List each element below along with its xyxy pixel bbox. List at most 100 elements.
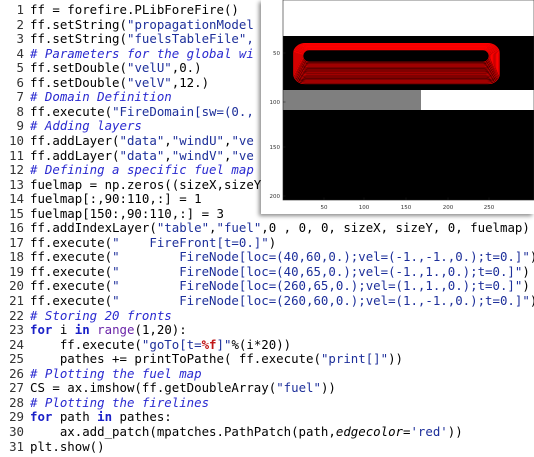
code-text: ff.execute("goTo[t=%f]"%(i*20)) <box>30 337 291 352</box>
code-token: "fuel" <box>276 380 321 396</box>
code-token: edgecolor <box>335 423 403 439</box>
code-token: )) <box>320 380 336 396</box>
code-line[interactable]: 22 # Storing 20 fronts <box>0 308 534 323</box>
code-line[interactable]: 23 for i in range(1,20): <box>0 322 534 337</box>
code-text: ff.setDouble("velU",0.) <box>30 60 202 75</box>
code-token: , <box>164 147 172 163</box>
y-tick-label: 100 <box>270 100 281 106</box>
code-line[interactable]: 16 ff.addIndexLayer("table","fuel",0 , 0,… <box>0 220 534 235</box>
code-text: # Domain Definition <box>30 89 172 104</box>
code-token: in <box>97 409 113 425</box>
code-line[interactable]: 30 ax.add_patch(mpatches.PathPatch(path,… <box>0 424 534 439</box>
line-number: 30 <box>9 423 24 439</box>
code-text: # Plotting the firelines <box>30 395 209 410</box>
code-line[interactable]: 25 pathes += printToPathe( ff.execute("p… <box>0 351 534 366</box>
x-tick-label: 150 <box>401 205 412 211</box>
code-token: "data" <box>119 132 165 148</box>
code-text: for path in pathes: <box>30 409 172 424</box>
code-token: # Defining a specific fuel map <box>30 162 254 178</box>
code-token: % <box>231 336 239 352</box>
line-number: 3 <box>16 31 24 47</box>
code-token: # Storing 20 fronts <box>30 307 172 323</box>
code-token: pathes: <box>112 409 172 425</box>
line-number: 31 <box>9 438 24 454</box>
code-token: 'red' <box>410 423 448 439</box>
code-token: "windV" <box>171 147 224 163</box>
code-text: # Storing 20 fronts <box>30 308 172 323</box>
code-line[interactable]: 24 ff.execute("goTo[t=%f]"%(i*20)) <box>0 337 534 352</box>
x-tick-label: 200 <box>443 205 454 211</box>
code-token: ,0 , 0, 0, sizeX, sizeY, 0, fuelmap) <box>261 220 530 236</box>
code-token: "windU" <box>171 132 224 148</box>
y-tick-label: 200 <box>270 194 281 200</box>
code-token: )) <box>388 351 403 367</box>
line-number: 10 <box>9 132 24 148</box>
code-token: " FireNode[loc=(260,65,0.);vel=(1.,1.,0.… <box>112 278 523 294</box>
code-text: ff.execute(" FireNode[loc=(260,60,0.);ve… <box>30 293 534 308</box>
code-token: "ve <box>231 147 254 163</box>
code-token: plt.show() <box>30 438 105 454</box>
code-token: " FireFront[t=0.]" <box>112 234 269 250</box>
code-text: ff.execute(" FireNode[loc=(260,65,0.);ve… <box>30 278 530 293</box>
code-token: (1,20): <box>134 322 187 338</box>
line-number: 23 <box>9 322 24 338</box>
line-number: 19 <box>9 263 24 279</box>
code-token: " FireNode[loc=(40,65,0.);vel=(-1.,1.,0.… <box>112 263 523 279</box>
code-line[interactable]: 17 ff.execute(" FireFront[t=0.]") <box>0 235 534 250</box>
code-line[interactable]: 20 ff.execute(" FireNode[loc=(260,65,0.);… <box>0 278 534 293</box>
code-text: fuelmap[150:,90:110,:] = 3 <box>30 206 224 221</box>
code-token: ff.execute( <box>30 234 113 250</box>
code-token: (i*20)) <box>238 336 292 352</box>
line-number: 13 <box>9 176 24 192</box>
line-number: 9 <box>16 118 24 134</box>
code-token: # Domain Definition <box>30 89 172 105</box>
code-token: ff.setString( <box>30 31 127 47</box>
code-line[interactable]: 31 plt.show() <box>0 439 534 454</box>
line-number: 15 <box>9 205 24 221</box>
code-text: pathes += printToPathe( ff.execute("prin… <box>30 351 403 366</box>
code-token: ff = forefire.PLibForeFire() <box>30 2 239 17</box>
line-number: 7 <box>16 89 24 105</box>
line-number: 1 <box>16 2 24 17</box>
code-token: ff.execute( <box>30 336 142 352</box>
code-line[interactable]: 19 ff.execute(" FireNode[loc=(40,65,0.);v… <box>0 264 534 279</box>
code-text: CS = ax.imshow(ff.getDoubleArray("fuel")… <box>30 380 336 395</box>
code-token: ff.addIndexLayer( <box>30 220 157 236</box>
code-token: ff.setString( <box>30 16 127 32</box>
code-text: ff = forefire.PLibForeFire() <box>30 2 239 17</box>
code-text: ax.add_patch(mpatches.PathPatch(path,edg… <box>30 424 463 439</box>
code-token: # Plotting the firelines <box>30 394 210 410</box>
code-text: ff.execute(" FireFront[t=0.]") <box>30 235 276 250</box>
code-line[interactable]: 28 # Plotting the firelines <box>0 395 534 410</box>
code-line[interactable]: 18 ff.execute(" FireNode[loc=(40,60,0.);v… <box>0 249 534 264</box>
code-token: fuelmap[150:,90:110,:] = 3 <box>30 205 224 221</box>
code-token: ,12.) <box>171 74 210 90</box>
code-token: in <box>74 322 90 338</box>
code-text: ff.setString("propagationModel <box>30 17 254 32</box>
code-token: pathes += printToPathe( ff.execute( <box>30 351 321 367</box>
line-number: 22 <box>9 307 24 323</box>
code-line[interactable]: 29 for path in pathes: <box>0 409 534 424</box>
line-number: 8 <box>16 103 24 119</box>
code-token: , <box>209 220 217 236</box>
code-line[interactable]: 27 CS = ax.imshow(ff.getDoubleArray("fuel… <box>0 380 534 395</box>
code-token: " FireNode[loc=(260,60,0.);vel=(1.,-1.,0… <box>112 293 530 308</box>
code-text: # Adding layers <box>30 118 142 133</box>
line-number: 24 <box>9 336 24 352</box>
code-line[interactable]: 21 ff.execute(" FireNode[loc=(260,60,0.);… <box>0 293 534 308</box>
code-token: CS = ax.imshow(ff.getDoubleArray( <box>30 380 277 396</box>
code-token: "FireDomain[sw=(0., <box>112 103 254 119</box>
code-token: ff.execute( <box>30 278 113 294</box>
code-token: ff.execute( <box>30 263 113 279</box>
line-number: 26 <box>9 365 24 381</box>
code-token: ) <box>268 234 277 250</box>
line-number: 18 <box>9 249 24 265</box>
code-token: # Plotting the fuel map <box>30 365 202 381</box>
code-line[interactable]: 26 # Plotting the fuel map <box>0 366 534 381</box>
code-token: ) <box>530 293 534 308</box>
code-token: ff.addLayer( <box>30 132 120 148</box>
y-tick-label: 50 <box>273 51 280 57</box>
code-token: # Adding layers <box>30 118 142 134</box>
line-number: 27 <box>9 380 24 396</box>
code-token: ) <box>522 278 530 294</box>
